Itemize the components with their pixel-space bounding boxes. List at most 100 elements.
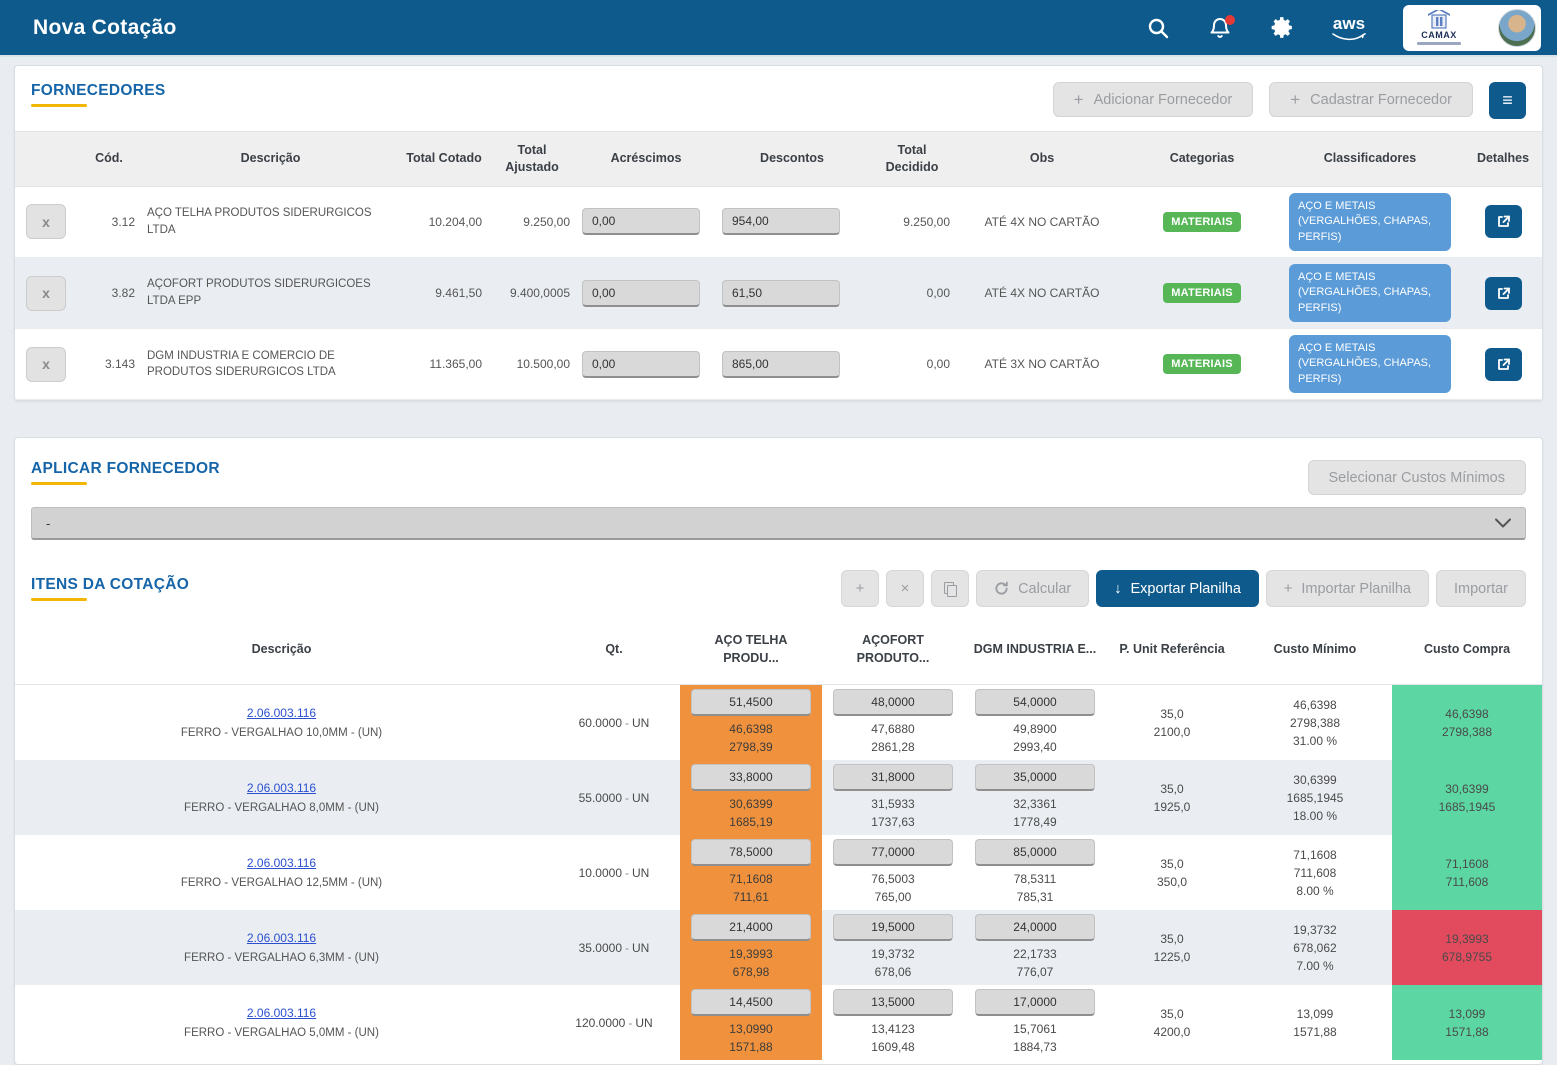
itens-toolbar: + × Calcular ↓ Exportar Planilha + Impor… [841,570,1526,607]
select-value: - [46,516,50,531]
price-input[interactable] [833,689,953,716]
plus-icon: + [856,580,865,597]
main-card: APLICAR FORNECEDOR Selecionar Custos Mín… [14,437,1543,1065]
fornecedor-descricao: AÇO TELHA PRODUTOS SIDERURGICOS LTDA [147,205,394,238]
user-avatar[interactable] [1498,9,1536,47]
external-link-icon [1496,286,1511,301]
price-input[interactable] [975,914,1095,941]
item-code-link[interactable]: 2.06.003.116 [247,856,316,870]
acrescimos-input[interactable] [582,280,700,307]
search-icon[interactable] [1145,15,1171,41]
menu-icon: ≡ [1502,90,1513,111]
price-input[interactable] [833,764,953,791]
item-code-link[interactable]: 2.06.003.116 [247,706,316,720]
notifications-bell-icon[interactable] [1207,15,1233,41]
importar-planilha-button[interactable]: + Importar Planilha [1266,570,1429,607]
external-link-icon [1496,357,1511,372]
fornecedor-row: x 3.82 AÇOFORT PRODUTOS SIDERURGICOES LT… [15,257,1542,328]
detalhes-button[interactable] [1485,348,1522,381]
adicionar-fornecedor-button[interactable]: + Adicionar Fornecedor [1053,82,1254,117]
price-input[interactable] [833,914,953,941]
fornecedores-header-row: Cód. Descrição Total Cotado Total Ajusta… [15,132,1542,187]
close-icon: x [42,356,50,372]
fornecedor-row: x 3.143 DGM INDUSTRIA E COMERCIO DE PROD… [15,329,1542,400]
title-underline [31,482,87,485]
price-input[interactable] [691,989,811,1016]
acrescimos-input[interactable] [582,351,700,378]
price-input[interactable] [691,689,811,716]
acrescimos-input[interactable] [582,208,700,235]
descontos-input[interactable] [722,280,840,307]
fornecedores-title: FORNECEDORES [31,82,166,100]
refresh-icon [994,581,1009,596]
supplier-price-cell: 47,68802861,28 [822,685,964,761]
item-description: FERRO - VERGALHAO 6,3MM - (UN) [21,950,542,967]
item-code-link[interactable]: 2.06.003.116 [247,1006,316,1020]
notification-dot [1225,15,1235,25]
add-item-button[interactable]: + [841,570,879,607]
duplicate-item-button[interactable] [931,570,969,607]
detalhes-button[interactable] [1485,205,1522,238]
supplier-price-cell-best: 30,63991685,19 [680,760,822,835]
remove-fornecedor-button[interactable]: x [26,347,66,382]
plus-icon: + [1284,581,1292,597]
close-icon: x [42,214,50,230]
price-input[interactable] [691,839,811,866]
external-link-icon [1496,214,1511,229]
item-code-link[interactable]: 2.06.003.116 [247,931,316,945]
custo-compra-cell-over: 19,3993678,9755 [1392,910,1542,985]
remove-fornecedor-button[interactable]: x [26,204,66,239]
item-description: FERRO - VERGALHAO 5,0MM - (UN) [21,1025,542,1042]
itens-table: Descrição Qt. AÇO TELHA PRODU... AÇOFORT… [15,617,1542,1060]
price-input[interactable] [975,764,1095,791]
item-row: 2.06.003.116 FERRO - VERGALHAO 10,0MM - … [15,685,1542,761]
item-code-link[interactable]: 2.06.003.116 [247,781,316,795]
fornecedores-table: Cód. Descrição Total Cotado Total Ajusta… [15,131,1542,400]
supplier-price-cell: 32,33611778,49 [964,760,1106,835]
camax-logo: CAMAX [1417,10,1461,45]
descontos-input[interactable] [722,351,840,378]
price-input[interactable] [975,689,1095,716]
custo-compra-cell: 30,63991685,1945 [1392,760,1542,835]
plus-icon: + [1074,91,1084,108]
supplier-price-cell: 22,1733776,07 [964,910,1106,985]
remove-item-button[interactable]: × [886,570,924,607]
exportar-planilha-button[interactable]: ↓ Exportar Planilha [1096,570,1259,607]
price-input[interactable] [833,839,953,866]
classificador-badge: AÇO E METAIS (VERGALHÕES, CHAPAS, PERFIS… [1289,193,1451,251]
price-input[interactable] [975,839,1095,866]
plus-icon: + [1290,91,1300,108]
supplier-price-cell: 31,59331737,63 [822,760,964,835]
price-input[interactable] [691,914,811,941]
page-title: Nova Cotação [33,16,177,40]
title-underline [31,104,87,107]
item-row: 2.06.003.116 FERRO - VERGALHAO 5,0MM - (… [15,985,1542,1060]
descontos-input[interactable] [722,208,840,235]
cadastrar-fornecedor-button[interactable]: + Cadastrar Fornecedor [1269,82,1473,117]
custo-compra-cell: 46,63982798,388 [1392,685,1542,761]
title-underline [31,598,87,601]
itens-header-row: Descrição Qt. AÇO TELHA PRODU... AÇOFORT… [15,617,1542,685]
supplier-price-cell: 13,41231609,48 [822,985,964,1060]
brand-account-card[interactable]: CAMAX [1403,5,1541,51]
fornecedores-card: FORNECEDORES + Adicionar Fornecedor + Ca… [14,65,1543,401]
fornecedor-row: x 3.12 AÇO TELHA PRODUTOS SIDERURGICOS L… [15,186,1542,257]
item-description: FERRO - VERGALHAO 10,0MM - (UN) [21,725,542,742]
aws-logo: aws [1331,15,1367,41]
categoria-badge: MATERIAIS [1163,354,1240,374]
list-menu-button[interactable]: ≡ [1489,82,1526,119]
calcular-button[interactable]: Calcular [976,570,1089,607]
aplicar-fornecedor-select[interactable]: - [31,507,1526,540]
item-row: 2.06.003.116 FERRO - VERGALHAO 12,5MM - … [15,835,1542,910]
supplier-price-cell-best: 71,1608711,61 [680,835,822,910]
price-input[interactable] [975,989,1095,1016]
importar-button[interactable]: Importar [1436,570,1526,607]
selecionar-custos-minimos-button[interactable]: Selecionar Custos Mínimos [1308,460,1527,495]
fornecedor-descricao: AÇOFORT PRODUTOS SIDERURGICOES LTDA EPP [147,276,394,309]
price-input[interactable] [691,764,811,791]
settings-gear-icon[interactable] [1269,15,1295,41]
remove-fornecedor-button[interactable]: x [26,276,66,311]
detalhes-button[interactable] [1485,277,1522,310]
supplier-price-cell: 49,89002993,40 [964,685,1106,761]
price-input[interactable] [833,989,953,1016]
